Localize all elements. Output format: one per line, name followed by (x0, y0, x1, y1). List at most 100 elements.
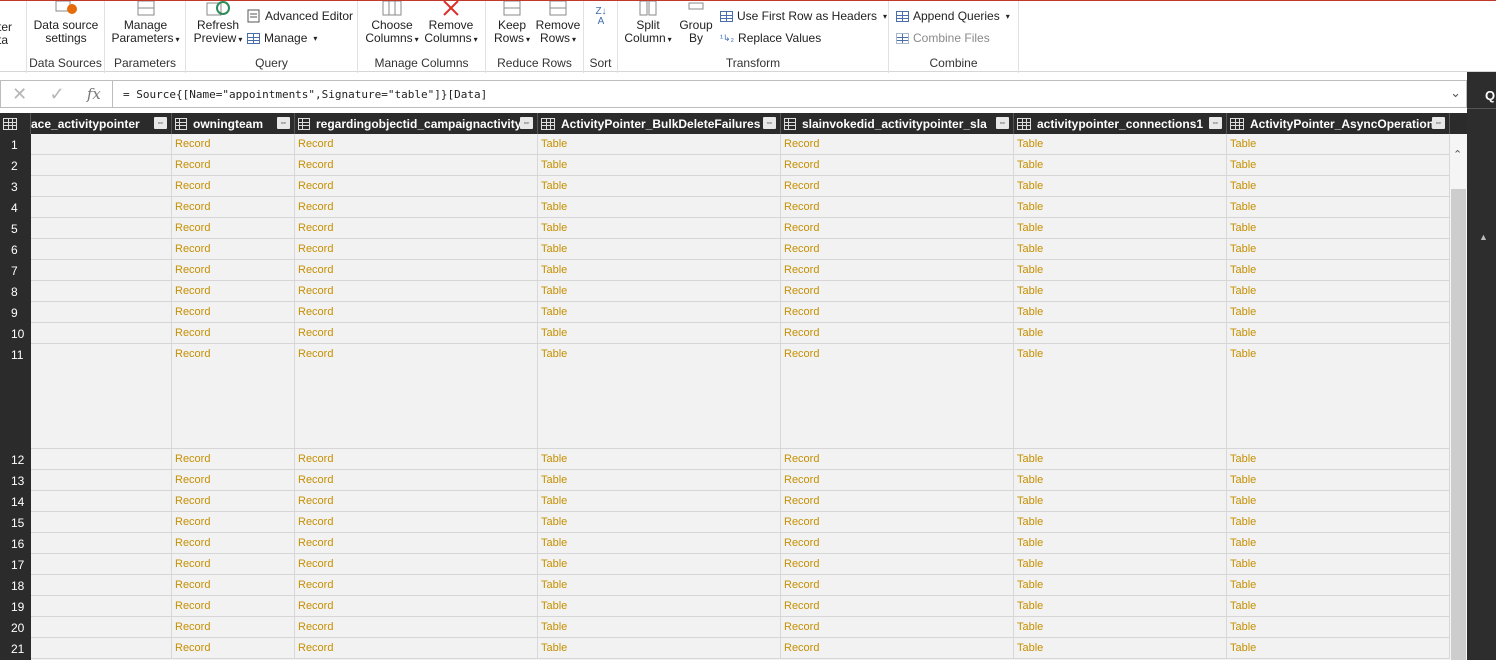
table-cell[interactable]: Record (295, 575, 538, 595)
table-cell[interactable]: Record (172, 617, 295, 637)
table-cell[interactable]: Record (781, 491, 1014, 511)
table-cell[interactable]: Record (172, 470, 295, 490)
table-cell[interactable]: Table (1227, 575, 1450, 595)
table-cell[interactable]: Record (172, 491, 295, 511)
fx-icon[interactable]: fx (87, 85, 101, 103)
table-cell[interactable]: Table (1014, 176, 1227, 196)
table-cell[interactable]: Table (1014, 323, 1227, 343)
table-cell[interactable]: Table (1227, 323, 1450, 343)
table-cell[interactable]: Record (295, 176, 538, 196)
table-cell[interactable]: Table (538, 323, 781, 343)
table-cell[interactable]: Table (1227, 533, 1450, 553)
table-cell[interactable]: Record (295, 260, 538, 280)
table-cell[interactable]: Record (172, 449, 295, 469)
table-cell[interactable]: Table (1014, 617, 1227, 637)
row-number[interactable]: 1 (0, 138, 31, 152)
table-cell[interactable]: Table (1227, 197, 1450, 217)
table-cell[interactable]: Record (781, 470, 1014, 490)
table-cell[interactable]: Record (295, 302, 538, 322)
column-header[interactable]: ActivityPointer_BulkDeleteFailures ⇔ (538, 113, 781, 134)
table-cell[interactable]: Table (1014, 596, 1227, 616)
table-cell[interactable]: Table (1014, 470, 1227, 490)
table-cell[interactable]: Record (781, 575, 1014, 595)
table-cell[interactable]: Table (538, 470, 781, 490)
table-cell[interactable]: Table (538, 512, 781, 532)
expand-column-icon[interactable]: ⇔ (520, 117, 533, 129)
table-cell[interactable]: Record (781, 617, 1014, 637)
row-number[interactable]: 8 (0, 285, 31, 299)
table-cell[interactable]: Record (172, 554, 295, 574)
row-number[interactable]: 10 (0, 327, 31, 341)
advanced-editor-button[interactable]: Advanced Editor (247, 9, 353, 23)
column-header[interactable]: ace_activitypointer ⇔ (31, 113, 172, 134)
row-number[interactable]: 9 (0, 306, 31, 320)
table-cell[interactable]: Table (1227, 302, 1450, 322)
group-by-button[interactable]: Group By (676, 1, 716, 45)
row-number[interactable]: 16 (0, 537, 31, 551)
column-header[interactable]: ActivityPointer_AsyncOperations ⇔ (1227, 113, 1450, 134)
table-cell[interactable]: Record (172, 218, 295, 238)
expand-column-icon[interactable]: ⇔ (1432, 117, 1445, 129)
table-cell[interactable]: Record (781, 449, 1014, 469)
table-cell[interactable]: Record (781, 596, 1014, 616)
table-cell[interactable]: Table (1227, 155, 1450, 175)
table-cell[interactable]: Record (172, 197, 295, 217)
table-cell[interactable]: Table (1227, 281, 1450, 301)
expand-column-icon[interactable]: ⇔ (996, 117, 1009, 129)
combine-files-button[interactable]: Combine Files (896, 31, 990, 45)
table-cell[interactable]: Table (1227, 617, 1450, 637)
use-first-row-button[interactable]: Use First Row as Headers ▾ (720, 9, 887, 23)
row-number[interactable]: 15 (0, 516, 31, 530)
table-cell[interactable]: Table (1227, 344, 1450, 448)
row-number[interactable]: 12 (0, 453, 31, 467)
expand-column-icon[interactable]: ⇔ (277, 117, 290, 129)
table-cell[interactable]: Table (538, 134, 781, 154)
table-cell[interactable]: Table (1227, 491, 1450, 511)
table-cell[interactable]: Table (1227, 218, 1450, 238)
table-cell[interactable]: Record (781, 302, 1014, 322)
table-cell[interactable]: Table (538, 596, 781, 616)
table-cell[interactable]: Record (295, 638, 538, 658)
table-cell[interactable]: Table (1227, 260, 1450, 280)
table-cell[interactable]: Table (1014, 260, 1227, 280)
row-number[interactable]: 2 (0, 159, 31, 173)
table-cell[interactable]: Record (295, 512, 538, 532)
table-cell[interactable]: Record (295, 239, 538, 259)
table-cell[interactable]: Record (295, 344, 538, 448)
check-icon[interactable]: ✓ (49, 84, 64, 105)
table-cell[interactable]: Record (781, 197, 1014, 217)
row-number[interactable]: 19 (0, 600, 31, 614)
table-cell[interactable]: Record (781, 512, 1014, 532)
manage-parameters-button[interactable]: Manage Parameters ▾ (105, 0, 186, 46)
row-number[interactable]: 17 (0, 558, 31, 572)
row-number[interactable]: 5 (0, 222, 31, 236)
row-number[interactable]: 14 (0, 495, 31, 509)
table-cell[interactable]: Table (1014, 512, 1227, 532)
table-cell[interactable]: Table (1014, 239, 1227, 259)
scrollbar-thumb[interactable] (1451, 189, 1466, 660)
table-cell[interactable]: Table (1227, 596, 1450, 616)
table-cell[interactable]: Table (1227, 512, 1450, 532)
table-cell[interactable]: Table (1227, 239, 1450, 259)
column-header[interactable]: slainvokedid_activitypointer_sla ⇔ (781, 113, 1014, 134)
table-cell[interactable]: Table (538, 218, 781, 238)
split-column-button[interactable]: Split Column ▾ (620, 0, 676, 46)
table-cell[interactable]: Record (295, 155, 538, 175)
row-number[interactable]: 6 (0, 243, 31, 257)
table-cell[interactable]: Record (295, 281, 538, 301)
table-cell[interactable]: Record (172, 575, 295, 595)
replace-values-button[interactable]: ¹↳₂ Replace Values (720, 31, 821, 45)
vertical-scrollbar[interactable]: ⌃ (1450, 134, 1467, 660)
table-cell[interactable]: Record (295, 134, 538, 154)
table-cell[interactable]: Table (538, 554, 781, 574)
table-cell[interactable]: Record (781, 239, 1014, 259)
refresh-preview-button[interactable]: Refresh Preview ▾ (190, 1, 246, 46)
table-cell[interactable]: Record (295, 470, 538, 490)
table-cell[interactable]: Record (781, 281, 1014, 301)
table-cell[interactable]: Table (1014, 302, 1227, 322)
table-cell[interactable]: Record (781, 344, 1014, 448)
table-cell[interactable]: Table (1014, 575, 1227, 595)
table-cell[interactable]: Table (1014, 638, 1227, 658)
table-cell[interactable]: Table (1014, 554, 1227, 574)
table-cell[interactable]: Record (781, 260, 1014, 280)
